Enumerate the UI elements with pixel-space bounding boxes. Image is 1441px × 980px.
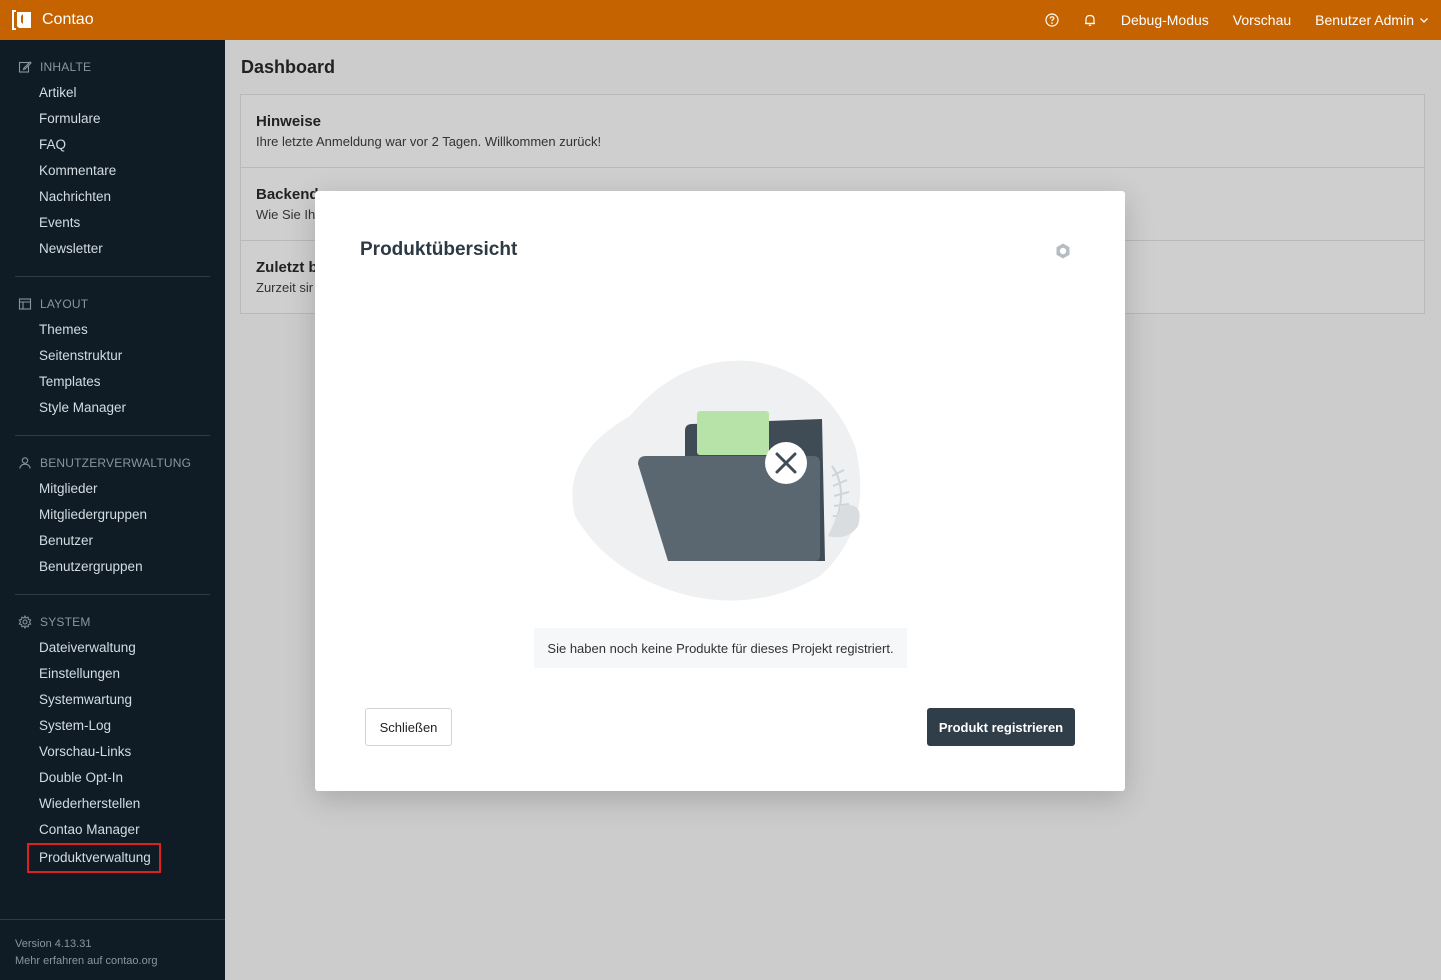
- sidebar-group-title: LAYOUT: [40, 297, 89, 311]
- sidebar-item-nachrichten[interactable]: Nachrichten: [15, 184, 210, 210]
- sidebar-item-seitenstruktur[interactable]: Seitenstruktur: [15, 343, 210, 369]
- debug-mode-link[interactable]: Debug-Modus: [1121, 12, 1209, 28]
- app-name: Contao: [42, 11, 94, 28]
- more-info-link[interactable]: Mehr erfahren auf contao.org: [15, 953, 210, 970]
- settings-icon[interactable]: [1053, 241, 1073, 261]
- sidebar-item-faq[interactable]: FAQ: [15, 132, 210, 158]
- user-menu-label: Benutzer Admin: [1315, 12, 1414, 28]
- empty-folder-illustration: [572, 360, 861, 601]
- preview-link[interactable]: Vorschau: [1233, 12, 1291, 28]
- sidebar-group-benutzerverwaltung: BENUTZERVERWALTUNG Mitglieder Mitglieder…: [0, 450, 225, 580]
- panel-row-title: Hinweise: [256, 113, 322, 130]
- sidebar-item-benutzergruppen[interactable]: Benutzergruppen: [15, 554, 210, 580]
- edit-icon: [18, 61, 32, 73]
- sidebar-item-formulare[interactable]: Formulare: [15, 106, 210, 132]
- sidebar-item-benutzer[interactable]: Benutzer: [15, 528, 210, 554]
- sidebar-item-themes[interactable]: Themes: [15, 317, 210, 343]
- sidebar-item-artikel[interactable]: Artikel: [15, 80, 210, 106]
- version-text: Version 4.13.31: [15, 938, 92, 950]
- user-menu[interactable]: Benutzer Admin: [1315, 12, 1429, 28]
- page-title: Dashboard: [241, 57, 336, 77]
- sidebar-group-title: BENUTZERVERWALTUNG: [40, 456, 192, 470]
- panel-row: Hinweise Ihre letzte Anmeldung war vor 2…: [241, 95, 1424, 168]
- sidebar-group-header[interactable]: BENUTZERVERWALTUNG: [15, 450, 210, 476]
- sidebar-item-events[interactable]: Events: [15, 210, 210, 236]
- sidebar-group-inhalte: INHALTE Artikel Formulare FAQ Kommentare…: [0, 54, 225, 262]
- sidebar-group-header[interactable]: INHALTE: [15, 54, 210, 80]
- sidebar-item-einstellungen[interactable]: Einstellungen: [15, 661, 210, 687]
- bell-icon[interactable]: [1083, 13, 1097, 27]
- sidebar-item-mitgliedergruppen[interactable]: Mitgliedergruppen: [15, 502, 210, 528]
- empty-state-message: Sie haben noch keine Produkte für dieses…: [534, 628, 907, 668]
- register-product-button[interactable]: Produkt registrieren: [927, 708, 1075, 746]
- sidebar-footer: Version 4.13.31 Mehr erfahren auf contao…: [0, 919, 225, 980]
- contao-logo-icon: [12, 10, 31, 30]
- sidebar-item-style-manager[interactable]: Style Manager: [15, 395, 210, 421]
- sidebar-divider: [15, 594, 210, 595]
- sidebar-item-newsletter[interactable]: Newsletter: [15, 236, 210, 262]
- brand[interactable]: Contao: [0, 0, 94, 40]
- sidebar-item-dateiverwaltung[interactable]: Dateiverwaltung: [15, 635, 210, 661]
- product-overview-modal: Produktübersicht Sie haben noch keine Pr…: [315, 191, 1125, 791]
- modal-title: Produktübersicht: [360, 239, 518, 260]
- sidebar-group-title: SYSTEM: [40, 615, 91, 629]
- sidebar-item-double-opt-in[interactable]: Double Opt-In: [15, 765, 210, 791]
- close-button[interactable]: Schließen: [365, 708, 452, 746]
- layout-icon: [18, 298, 32, 310]
- sidebar-item-contao-manager[interactable]: Contao Manager: [15, 817, 210, 843]
- chevron-down-icon: [1420, 18, 1428, 23]
- sidebar-item-wiederherstellen[interactable]: Wiederherstellen: [15, 791, 210, 817]
- sidebar-item-kommentare[interactable]: Kommentare: [15, 158, 210, 184]
- panel-row-text: Ihre letzte Anmeldung war vor 2 Tagen. W…: [256, 134, 602, 149]
- help-icon[interactable]: [1045, 13, 1059, 27]
- sidebar-group-title: INHALTE: [40, 60, 92, 74]
- sidebar-group-system: SYSTEM Dateiverwaltung Einstellungen Sys…: [0, 609, 225, 873]
- sidebar-item-mitglieder[interactable]: Mitglieder: [15, 476, 210, 502]
- sidebar-group-header[interactable]: SYSTEM: [15, 609, 210, 635]
- sidebar-item-systemwartung[interactable]: Systemwartung: [15, 687, 210, 713]
- highlight-box: Produktverwaltung: [27, 843, 161, 873]
- sidebar-item-vorschau-links[interactable]: Vorschau-Links: [15, 739, 210, 765]
- sidebar-item-system-log[interactable]: System-Log: [15, 713, 210, 739]
- sidebar-item-produktverwaltung[interactable]: Produktverwaltung: [15, 843, 210, 873]
- sidebar: INHALTE Artikel Formulare FAQ Kommentare…: [0, 40, 225, 980]
- sidebar-group-header[interactable]: LAYOUT: [15, 291, 210, 317]
- top-bar: Contao Debug-Modus Vorschau Benutzer Adm…: [0, 0, 1441, 40]
- sidebar-divider: [15, 435, 210, 436]
- gear-icon: [18, 615, 32, 629]
- user-icon: [19, 457, 31, 469]
- sidebar-group-layout: LAYOUT Themes Seitenstruktur Templates S…: [0, 291, 225, 421]
- sidebar-divider: [15, 276, 210, 277]
- sidebar-item-templates[interactable]: Templates: [15, 369, 210, 395]
